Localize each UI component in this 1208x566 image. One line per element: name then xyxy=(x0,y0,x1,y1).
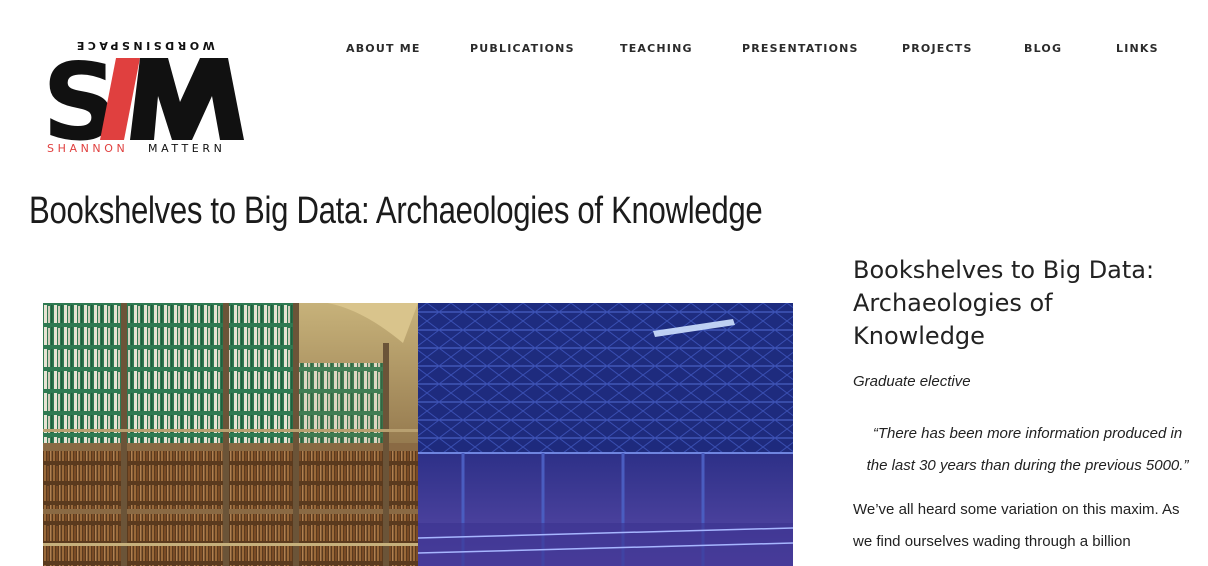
logo-letter-m xyxy=(130,58,244,140)
course-type: Graduate elective xyxy=(853,373,971,390)
hero-illustration xyxy=(43,303,793,566)
nav-links[interactable]: LINKS xyxy=(1116,42,1159,55)
svg-text:S: S xyxy=(44,41,118,158)
course-quote: “There has been more information produce… xyxy=(866,425,1189,474)
logo-bottom-first: SHANNON xyxy=(47,142,128,155)
nav-publications[interactable]: PUBLICATIONS xyxy=(470,42,575,55)
hero-image xyxy=(43,303,793,566)
nav-projects[interactable]: PROJECTS xyxy=(902,42,973,55)
course-title: Bookshelves to Big Data: Archaeologies o… xyxy=(853,256,1155,350)
nav-blog[interactable]: BLOG xyxy=(1024,42,1062,55)
nav-presentations[interactable]: PRESENTATIONS xyxy=(742,42,859,55)
main-nav: ABOUT ME PUBLICATIONS TEACHING PRESENTAT… xyxy=(0,42,1208,58)
logo-bottom-last: MATTERN xyxy=(148,142,225,155)
page-title: Bookshelves to Big Data: Archaeologies o… xyxy=(29,190,763,232)
library-scene xyxy=(43,303,418,566)
warehouse-scene xyxy=(417,303,793,566)
course-description: We’ve all heard some variation on this m… xyxy=(853,501,1180,550)
nav-about-me[interactable]: ABOUT ME xyxy=(346,42,421,55)
logo-main-letters: S xyxy=(44,41,244,158)
nav-teaching[interactable]: TEACHING xyxy=(620,42,693,55)
course-sidebar: Bookshelves to Big Data: Archaeologies o… xyxy=(853,254,1193,558)
